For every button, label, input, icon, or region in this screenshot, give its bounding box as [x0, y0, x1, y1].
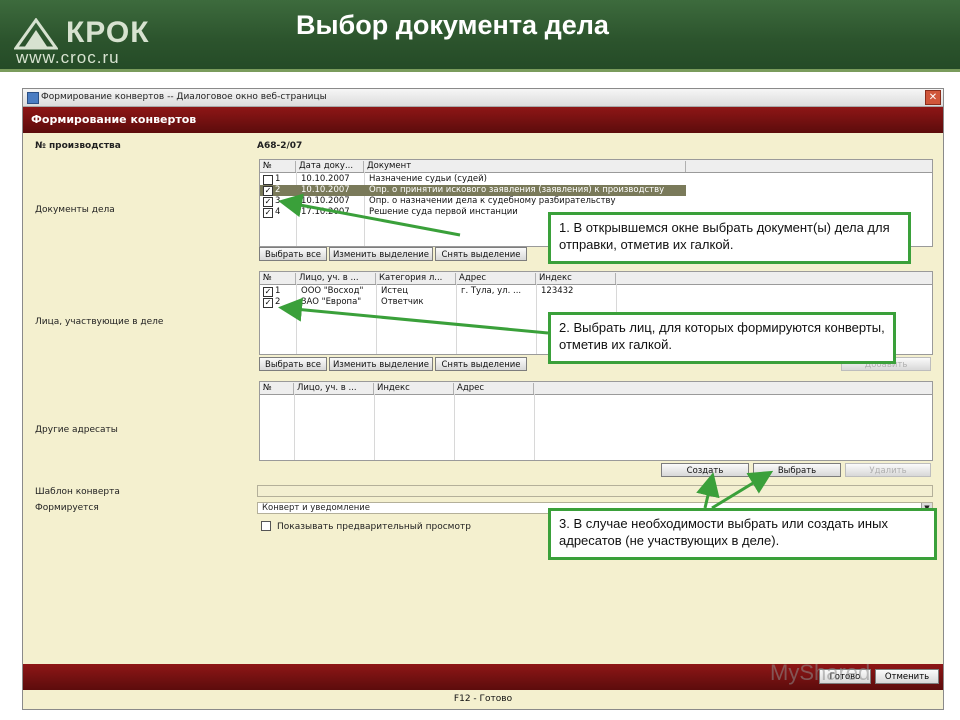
- preview-label: Показывать предварительный просмотр: [277, 522, 471, 532]
- others-label: Другие адресаты: [35, 425, 118, 435]
- row-number: 4: [275, 207, 281, 217]
- choose-recipient-button[interactable]: Выбрать: [753, 463, 841, 477]
- column-header[interactable]: №: [260, 161, 296, 172]
- croc-logo: КРОК www.croc.ru: [14, 10, 164, 67]
- grid-divider: [294, 394, 295, 460]
- row-category: Ответчик: [381, 297, 424, 307]
- select-all-persons-button[interactable]: Выбрать все: [259, 357, 327, 371]
- case-number-value: А68-2/07: [257, 141, 303, 151]
- docs-label: Документы дела: [35, 205, 115, 215]
- forms-select-value: Конверт и уведомление: [262, 503, 371, 513]
- table-row[interactable]: ✓ 2 10.10.2007 Опр. о принятии искового …: [260, 185, 686, 196]
- column-header[interactable]: Категория л...: [376, 273, 456, 284]
- logo-url: www.croc.ru: [16, 48, 120, 67]
- row-document: Назначение судьи (судей): [369, 174, 487, 184]
- slide-title: Выбор документа дела: [296, 10, 609, 40]
- persons-grid-header: № Лицо, уч. в ... Категория л... Адрес И…: [260, 272, 932, 285]
- grid-divider: [374, 394, 375, 460]
- row-person: ООО "Восход": [301, 286, 364, 296]
- row-checkbox[interactable]: ✓: [263, 186, 273, 196]
- callout-step-1: 1. В открывшемся окне выбрать документ(ы…: [548, 212, 911, 264]
- column-header[interactable]: №: [260, 383, 294, 394]
- watermark: MyShared: [770, 660, 871, 685]
- row-checkbox[interactable]: [263, 175, 273, 185]
- row-checkbox[interactable]: ✓: [263, 287, 273, 297]
- row-number: 2: [275, 185, 281, 195]
- logo-wordmark: КРОК: [66, 16, 150, 49]
- column-header[interactable]: Индекс: [374, 383, 454, 394]
- table-row[interactable]: ✓ 2 ЗАО "Европа" Ответчик: [260, 297, 932, 308]
- row-category: Истец: [381, 286, 408, 296]
- table-row[interactable]: 1 10.10.2007 Назначение судьи (судей): [260, 174, 932, 185]
- cancel-button[interactable]: Отменить: [875, 669, 939, 684]
- table-row[interactable]: ✓ 1 ООО "Восход" Истец г. Тула, ул. ... …: [260, 286, 932, 297]
- invert-persons-selection-button[interactable]: Изменить выделение: [329, 357, 433, 371]
- column-header[interactable]: №: [260, 273, 296, 284]
- column-header[interactable]: Индекс: [536, 273, 616, 284]
- row-number: 3: [275, 196, 281, 206]
- row-document: Решение суда первой инстанции: [369, 207, 518, 217]
- column-header[interactable]: Дата доку...: [296, 161, 364, 172]
- close-icon[interactable]: ✕: [925, 90, 941, 105]
- row-checkbox[interactable]: ✓: [263, 208, 273, 218]
- croc-logo-icon: [14, 18, 58, 50]
- row-address: г. Тула, ул. ...: [461, 286, 522, 296]
- row-number: 2: [275, 297, 281, 307]
- callout-step-2: 2. Выбрать лиц, для которых формируются …: [548, 312, 896, 364]
- invert-selection-button[interactable]: Изменить выделение: [329, 247, 433, 261]
- column-header[interactable]: Лицо, уч. в ...: [296, 273, 376, 284]
- dialog-window: Формирование конвертов -- Диалоговое окн…: [22, 88, 944, 710]
- select-all-button[interactable]: Выбрать все: [259, 247, 327, 261]
- slide-banner: КРОК www.croc.ru Выбор документа дела: [0, 0, 960, 72]
- row-person: ЗАО "Европа": [301, 297, 362, 307]
- row-date: 17.10.2007: [301, 207, 350, 217]
- grid-divider: [454, 394, 455, 460]
- row-date: 10.10.2007: [301, 174, 350, 184]
- column-header[interactable]: Адрес: [454, 383, 534, 394]
- row-number: 1: [275, 286, 281, 296]
- docs-grid-header: № Дата доку... Документ: [260, 160, 932, 173]
- others-grid: № Лицо, уч. в ... Индекс Адрес: [259, 381, 933, 461]
- template-label: Шаблон конверта: [35, 487, 120, 497]
- clear-selection-button[interactable]: Снять выделение: [435, 247, 527, 261]
- form-header-title: Формирование конвертов: [31, 113, 197, 126]
- window-titlebar: Формирование конвертов -- Диалоговое окн…: [23, 89, 943, 107]
- forms-label: Формируется: [35, 503, 99, 513]
- row-date: 10.10.2007: [301, 196, 350, 206]
- row-date: 10.10.2007: [301, 185, 350, 195]
- row-number: 1: [275, 174, 281, 184]
- clear-persons-selection-button[interactable]: Снять выделение: [435, 357, 527, 371]
- preview-checkbox[interactable]: [261, 521, 271, 531]
- case-number-label: № производства: [35, 141, 121, 151]
- column-header[interactable]: Лицо, уч. в ...: [294, 383, 374, 394]
- column-header[interactable]: Адрес: [456, 273, 536, 284]
- row-checkbox[interactable]: ✓: [263, 197, 273, 207]
- status-bar: F12 - Готово: [23, 690, 943, 709]
- row-document: Опр. о принятии искового заявления (заяв…: [369, 185, 665, 195]
- create-recipient-button[interactable]: Создать: [661, 463, 749, 477]
- row-index: 123432: [541, 286, 574, 296]
- table-row[interactable]: ✓ 3 10.10.2007 Опр. о назначении дела к …: [260, 196, 932, 207]
- column-header[interactable]: Документ: [364, 161, 686, 172]
- delete-recipient-button[interactable]: Удалить: [845, 463, 931, 477]
- persons-label: Лица, участвующие в деле: [35, 317, 164, 327]
- template-field[interactable]: [257, 485, 933, 497]
- window-title: Формирование конвертов -- Диалоговое окн…: [41, 92, 327, 102]
- form-header: Формирование конвертов: [23, 107, 943, 133]
- window-icon: [27, 92, 39, 104]
- row-checkbox[interactable]: ✓: [263, 298, 273, 308]
- grid-divider: [534, 394, 535, 460]
- callout-step-3: 3. В случае необходимости выбрать или со…: [548, 508, 937, 560]
- row-document: Опр. о назначении дела к судебному разби…: [369, 196, 616, 206]
- others-grid-header: № Лицо, уч. в ... Индекс Адрес: [260, 382, 932, 395]
